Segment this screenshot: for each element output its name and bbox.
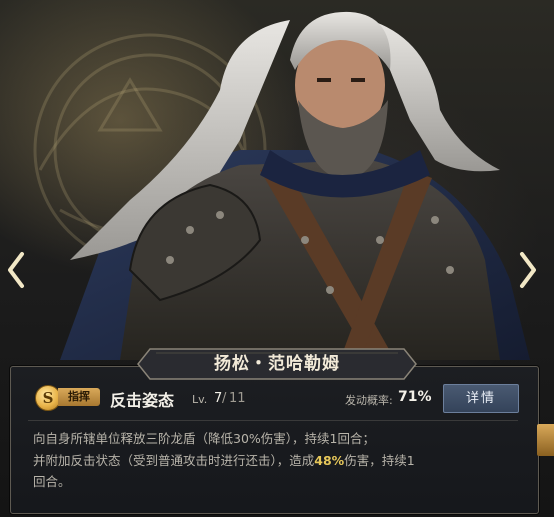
chevron-right-icon[interactable] — [516, 250, 540, 290]
hero-portrait — [60, 11, 530, 360]
description-text: 并附加反击状态（受到普通攻击时进行还击），造成 — [33, 452, 315, 468]
level-label: Lv. — [192, 393, 208, 406]
description-line: 向自身所辖单位释放三阶龙盾（降低30%伤害），持续1回合； — [33, 431, 375, 446]
hero-detail-screen: 扬松・范哈勒姆 S 指挥 反击姿态 Lv. 7 / 11 发动概率: 71% 详… — [0, 0, 554, 517]
skill-type-badge: 指挥 — [58, 388, 100, 406]
side-tab[interactable] — [537, 424, 554, 456]
damage-percent: 48% — [314, 452, 345, 468]
description-line: 回合。 — [33, 474, 71, 489]
chevron-left-icon[interactable] — [4, 250, 28, 290]
description-text: 伤害，持续1 — [344, 452, 415, 468]
hero-name: 扬松・范哈勒姆 — [214, 354, 340, 374]
level-separator: / — [222, 391, 227, 406]
description-line: 并附加反击状态（受到普通攻击时进行还击），造成48%伤害，持续1 — [33, 450, 523, 472]
skill-description: 向自身所辖单位释放三阶龙盾（降低30%伤害），持续1回合； 并附加反击状态（受到… — [33, 428, 523, 493]
details-button[interactable]: 详情 — [443, 384, 519, 413]
hero-name-plate: 扬松・范哈勒姆 — [136, 347, 418, 381]
trigger-rate-value: 71% — [398, 389, 432, 405]
skill-name: 反击姿态 — [110, 391, 175, 410]
level-max: 11 — [229, 391, 246, 406]
divider — [28, 420, 518, 421]
trigger-rate-label: 发动概率: — [345, 394, 393, 407]
